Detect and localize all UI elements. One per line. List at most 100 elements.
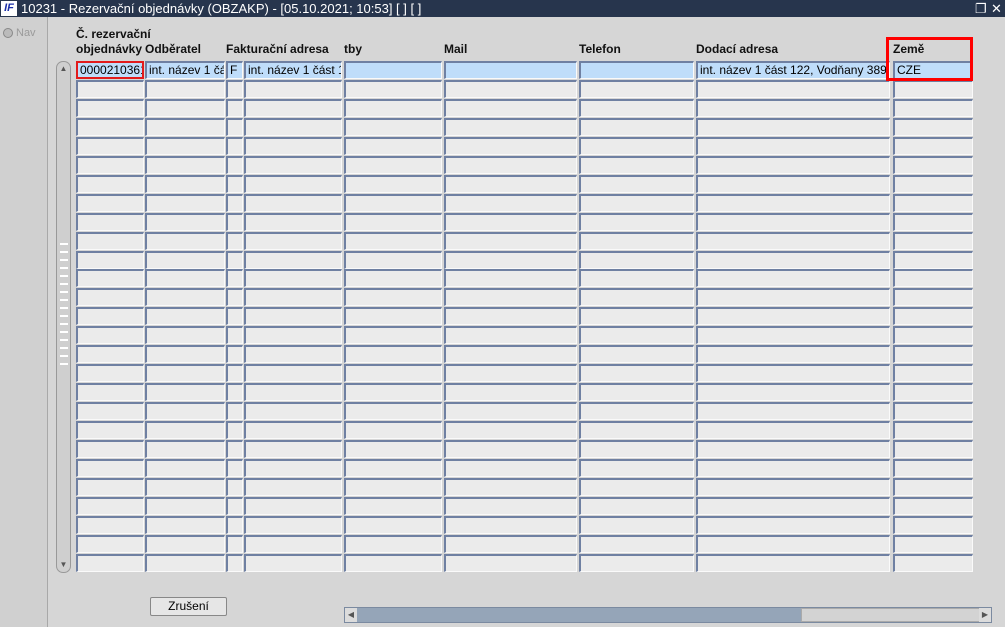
cell-phone[interactable]: [579, 478, 694, 496]
cell-billing-flag[interactable]: [226, 535, 243, 553]
cell-billing-flag[interactable]: [226, 213, 243, 231]
cell-order-number[interactable]: [76, 478, 144, 496]
cell-billing-address[interactable]: [244, 326, 342, 344]
cell-phone[interactable]: [579, 326, 694, 344]
cell-billing-flag[interactable]: [226, 118, 243, 136]
horizontal-scrollbar[interactable]: ◀ ▶: [344, 607, 992, 623]
cell-delivery-address[interactable]: [696, 307, 890, 325]
cell-country[interactable]: [893, 421, 973, 439]
cell-order-number[interactable]: [76, 194, 144, 212]
cell-billing-address[interactable]: [244, 80, 342, 98]
cell-country[interactable]: [893, 269, 973, 287]
cell-billing-address[interactable]: [244, 137, 342, 155]
cell-customer[interactable]: [145, 535, 225, 553]
cell-customer[interactable]: [145, 516, 225, 534]
cell-payment[interactable]: [344, 364, 442, 382]
scroll-thumb[interactable]: [801, 608, 981, 622]
cell-billing-address[interactable]: [244, 156, 342, 174]
cell-delivery-address[interactable]: [696, 345, 890, 363]
cell-billing-address[interactable]: [244, 516, 342, 534]
cell-phone[interactable]: [579, 554, 694, 572]
cell-mail[interactable]: [444, 194, 577, 212]
cell-mail[interactable]: [444, 251, 577, 269]
cell-country[interactable]: [893, 80, 973, 98]
cell-billing-address[interactable]: [244, 213, 342, 231]
cell-customer[interactable]: [145, 137, 225, 155]
cell-mail[interactable]: [444, 137, 577, 155]
cell-mail[interactable]: [444, 497, 577, 515]
cell-billing-flag[interactable]: [226, 80, 243, 98]
cell-delivery-address[interactable]: [696, 288, 890, 306]
cell-billing-address[interactable]: [244, 497, 342, 515]
cell-order-number[interactable]: [76, 497, 144, 515]
cell-payment[interactable]: [344, 383, 442, 401]
cell-payment[interactable]: [344, 516, 442, 534]
cell-payment[interactable]: [344, 288, 442, 306]
cell-billing-flag[interactable]: [226, 459, 243, 477]
cell-payment[interactable]: [344, 459, 442, 477]
cell-billing-flag[interactable]: [226, 307, 243, 325]
cell-delivery-address[interactable]: [696, 156, 890, 174]
cell-payment[interactable]: [344, 497, 442, 515]
cell-customer[interactable]: [145, 459, 225, 477]
cell-billing-flag[interactable]: [226, 156, 243, 174]
cell-order-number[interactable]: [76, 383, 144, 401]
cell-phone[interactable]: [579, 80, 694, 98]
cell-country[interactable]: [893, 554, 973, 572]
cell-payment[interactable]: [344, 213, 442, 231]
cell-order-number[interactable]: [76, 251, 144, 269]
cell-order-number[interactable]: [76, 326, 144, 344]
cell-billing-flag[interactable]: [226, 137, 243, 155]
cell-billing-address[interactable]: [244, 288, 342, 306]
cell-mail[interactable]: [444, 61, 577, 79]
cell-mail[interactable]: [444, 459, 577, 477]
cell-mail[interactable]: [444, 440, 577, 458]
cell-phone[interactable]: [579, 307, 694, 325]
cell-payment[interactable]: [344, 99, 442, 117]
cell-billing-flag[interactable]: [226, 288, 243, 306]
cell-customer[interactable]: [145, 478, 225, 496]
cell-billing-address[interactable]: [244, 383, 342, 401]
cell-phone[interactable]: [579, 345, 694, 363]
cell-country[interactable]: [893, 288, 973, 306]
cell-billing-address[interactable]: [244, 175, 342, 193]
cell-delivery-address[interactable]: [696, 459, 890, 477]
cell-payment[interactable]: [344, 307, 442, 325]
cell-country[interactable]: [893, 402, 973, 420]
cell-payment[interactable]: [344, 137, 442, 155]
cell-payment[interactable]: [344, 345, 442, 363]
cell-phone[interactable]: [579, 516, 694, 534]
cell-phone[interactable]: [579, 364, 694, 382]
cell-order-number[interactable]: [76, 307, 144, 325]
cell-phone[interactable]: [579, 535, 694, 553]
cell-billing-address[interactable]: [244, 364, 342, 382]
cell-customer[interactable]: [145, 497, 225, 515]
cell-billing-flag[interactable]: [226, 99, 243, 117]
cell-mail[interactable]: [444, 118, 577, 136]
cell-mail[interactable]: [444, 383, 577, 401]
cancel-button[interactable]: Zrušení: [150, 597, 227, 616]
cell-phone[interactable]: [579, 383, 694, 401]
cell-customer[interactable]: int. název 1 čás: [145, 61, 225, 79]
cell-customer[interactable]: [145, 326, 225, 344]
cell-delivery-address[interactable]: [696, 232, 890, 250]
cell-country[interactable]: [893, 383, 973, 401]
cell-country[interactable]: [893, 535, 973, 553]
cell-customer[interactable]: [145, 175, 225, 193]
cell-billing-flag[interactable]: [226, 383, 243, 401]
cell-customer[interactable]: [145, 383, 225, 401]
cell-customer[interactable]: [145, 421, 225, 439]
cell-phone[interactable]: [579, 251, 694, 269]
cell-country[interactable]: [893, 459, 973, 477]
cell-billing-address[interactable]: [244, 535, 342, 553]
cell-country[interactable]: [893, 307, 973, 325]
cell-phone[interactable]: [579, 194, 694, 212]
cell-billing-address[interactable]: [244, 194, 342, 212]
cell-customer[interactable]: [145, 288, 225, 306]
cell-country[interactable]: [893, 345, 973, 363]
cell-country[interactable]: [893, 497, 973, 515]
cell-order-number[interactable]: [76, 156, 144, 174]
cell-country[interactable]: [893, 118, 973, 136]
cell-customer[interactable]: [145, 269, 225, 287]
cell-delivery-address[interactable]: [696, 251, 890, 269]
